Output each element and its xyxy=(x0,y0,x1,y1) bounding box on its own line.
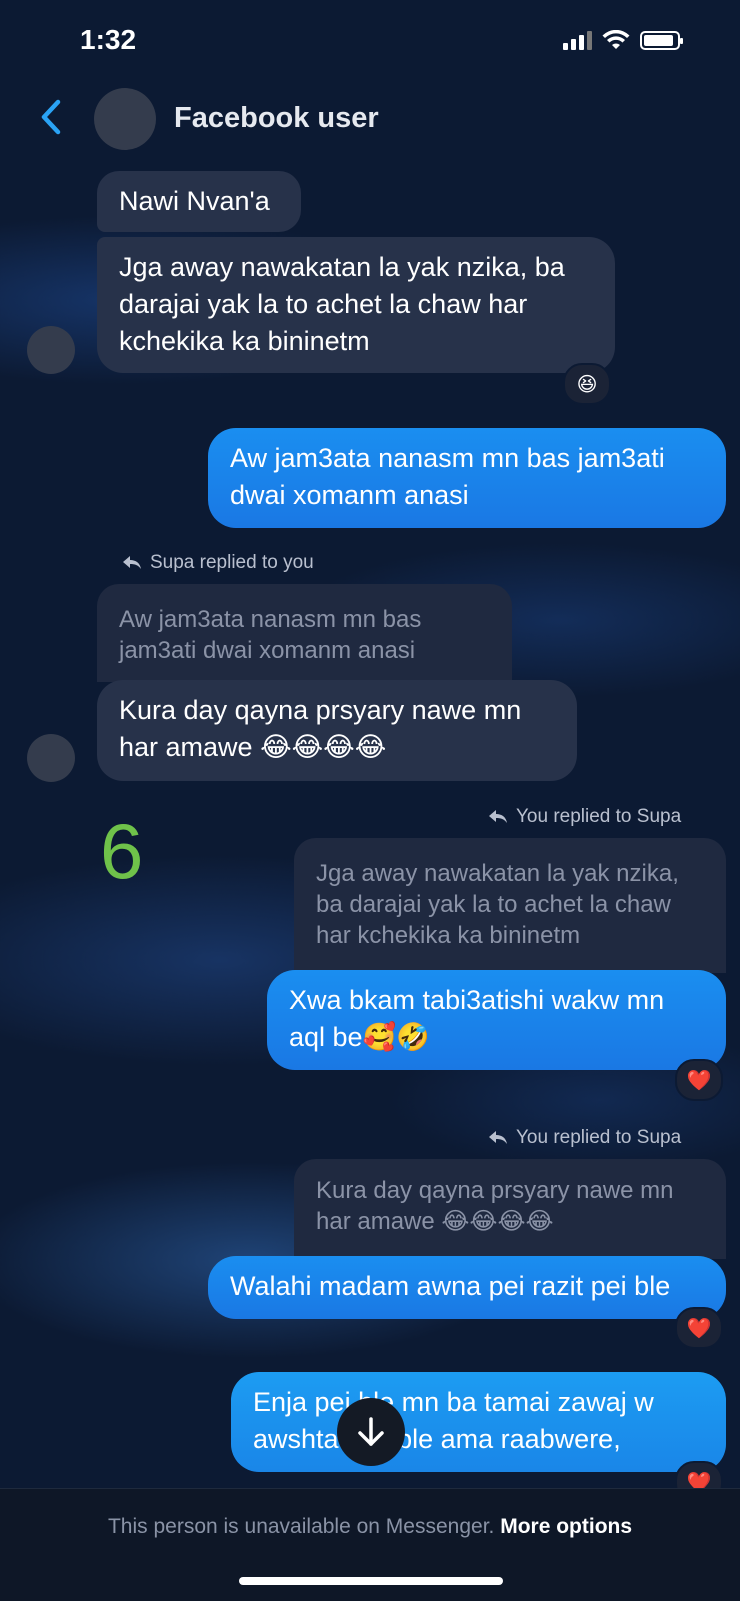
wifi-icon xyxy=(602,30,630,49)
footer-notice: This person is unavailable on Messenger.… xyxy=(0,1515,740,1539)
reply-label: Supa replied to you xyxy=(122,552,314,574)
incoming-message[interactable]: Kura day qayna prsyary nawe mn har amawe… xyxy=(97,680,577,781)
reply-arrow-icon xyxy=(489,810,507,823)
status-time: 1:32 xyxy=(80,24,137,55)
reply-label-text: Supa replied to you xyxy=(150,552,314,573)
reaction-badge[interactable]: ❤️ xyxy=(675,1059,723,1101)
incoming-message[interactable]: Nawi Nvan'a xyxy=(97,171,301,232)
scroll-to-bottom-button[interactable] xyxy=(337,1398,405,1466)
battery-icon xyxy=(640,31,683,50)
home-indicator[interactable] xyxy=(239,1577,503,1585)
overlay-number: 6 xyxy=(100,807,144,895)
more-options-link[interactable]: More options xyxy=(500,1515,632,1538)
reply-arrow-icon xyxy=(123,556,141,569)
quoted-message[interactable]: Aw jam3ata nanasm mn bas jam3ati dwai xo… xyxy=(97,584,512,682)
outgoing-message[interactable]: Walahi madam awna pei razit pei ble xyxy=(208,1256,726,1319)
reply-label-text: You replied to Supa xyxy=(516,1127,682,1148)
reply-arrow-icon xyxy=(489,1131,507,1144)
reply-label-text: You replied to Supa xyxy=(516,806,682,827)
quoted-message[interactable]: Jga away nawakatan la yak nzika, ba dara… xyxy=(294,838,726,973)
contact-name[interactable]: Facebook user xyxy=(174,102,379,135)
reply-label: You replied to Supa xyxy=(488,1127,681,1149)
incoming-message[interactable]: Jga away nawakatan la yak nzika, ba dara… xyxy=(97,237,615,373)
arrow-down-icon xyxy=(358,1417,384,1446)
status-icons xyxy=(563,30,683,50)
outgoing-message[interactable]: Enja pei ble mn ba tamai zawaj w awshta … xyxy=(231,1372,726,1472)
contact-avatar[interactable] xyxy=(94,88,156,150)
sender-avatar[interactable] xyxy=(27,734,75,782)
back-chevron-icon[interactable] xyxy=(36,96,70,138)
sender-avatar[interactable] xyxy=(27,326,75,374)
outgoing-message[interactable]: Aw jam3ata nanasm mn bas jam3ati dwai xo… xyxy=(208,428,726,528)
reaction-badge[interactable]: 😆 xyxy=(563,363,611,405)
signal-icon xyxy=(563,30,592,50)
reaction-badge[interactable]: ❤️ xyxy=(675,1307,723,1349)
reply-label: You replied to Supa xyxy=(488,806,681,828)
footer-notice-text: This person is unavailable on Messenger. xyxy=(107,1515,495,1538)
outgoing-message[interactable]: Xwa bkam tabi3atishi wakw mn aql be🥰🤣 xyxy=(267,970,726,1070)
quoted-message[interactable]: Kura day qayna prsyary nawe mn har amawe… xyxy=(294,1159,726,1259)
